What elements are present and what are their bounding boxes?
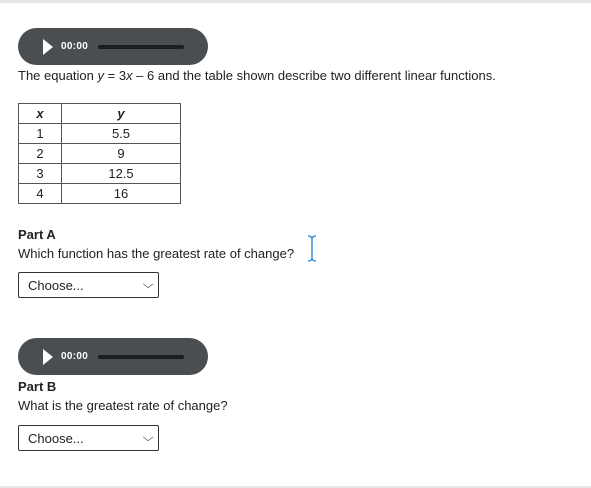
part-a-question: Which function has the greatest rate of … — [18, 246, 295, 261]
top-border — [0, 0, 591, 3]
table-row: 2 9 — [18, 143, 181, 164]
part-a-select[interactable]: Choose... ⌵ — [18, 272, 159, 298]
cell-y: 16 — [61, 183, 181, 204]
audio-progress-track[interactable] — [98, 44, 185, 49]
table-header-row: x y — [18, 103, 181, 124]
chevron-down-icon: ⌵ — [142, 431, 154, 444]
chevron-down-icon: ⌵ — [142, 278, 154, 291]
audio-player-2[interactable]: 00:00 — [18, 338, 208, 375]
cell-y: 12.5 — [61, 163, 181, 184]
audio-time: 00:00 — [61, 351, 89, 362]
play-icon[interactable] — [43, 348, 53, 365]
table-row: 1 5.5 — [18, 123, 181, 144]
part-a-select-value: Choose... — [28, 277, 84, 293]
cell-x: 1 — [18, 123, 62, 144]
cell-x: 3 — [18, 163, 62, 184]
audio-time: 00:00 — [61, 41, 89, 52]
header-x: x — [18, 103, 62, 124]
header-y: y — [61, 103, 181, 124]
part-b-select[interactable]: Choose... ⌵ — [18, 425, 159, 451]
values-table: x y 1 5.5 2 9 3 12.5 4 16 — [18, 103, 181, 204]
cell-y: 9 — [61, 143, 181, 164]
table-row: 4 16 — [18, 183, 181, 204]
audio-player-1[interactable]: 00:00 — [18, 28, 208, 65]
part-b-select-value: Choose... — [28, 430, 84, 446]
audio-progress-track[interactable] — [98, 354, 185, 359]
play-icon[interactable] — [43, 38, 53, 55]
text-cursor-icon — [307, 235, 317, 262]
cell-x: 4 — [18, 183, 62, 204]
table-row: 3 12.5 — [18, 163, 181, 184]
part-b-question: What is the greatest rate of change? — [18, 398, 228, 413]
intro-text: The equation y = 3x – 6 and the table sh… — [18, 68, 496, 83]
cell-y: 5.5 — [61, 123, 181, 144]
part-b-heading: Part B — [18, 379, 57, 394]
cell-x: 2 — [18, 143, 62, 164]
part-a-heading: Part A — [18, 227, 56, 242]
